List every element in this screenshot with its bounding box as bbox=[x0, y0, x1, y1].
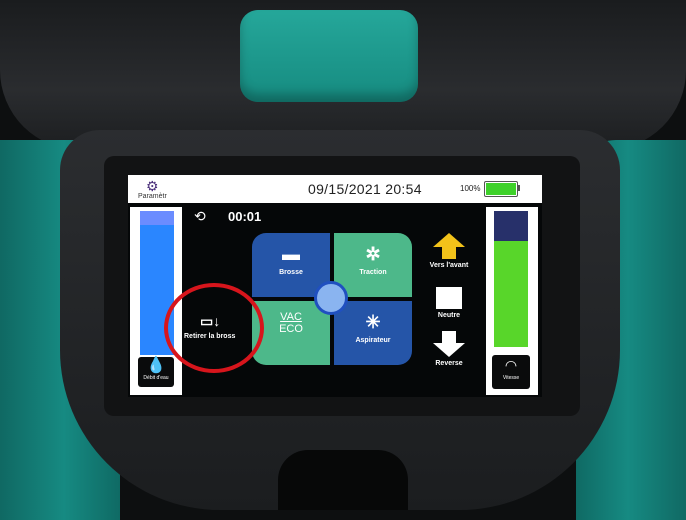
reverse-button[interactable]: Reverse bbox=[424, 331, 474, 367]
status-bar: ⚙ Paramètr 09/15/2021 20:54 100% bbox=[128, 175, 542, 203]
battery-tip bbox=[517, 185, 520, 191]
highlight-circle bbox=[164, 283, 264, 373]
vacuum-button[interactable]: ✳ Aspirateur bbox=[334, 301, 412, 365]
speed-label: Vitesse bbox=[502, 375, 520, 381]
center-knob[interactable] bbox=[314, 281, 348, 315]
arrow-up-stem bbox=[442, 247, 456, 259]
neutral-button[interactable]: Neutre bbox=[424, 287, 474, 319]
neutral-icon bbox=[436, 287, 462, 309]
forward-button[interactable]: Vers l'avant bbox=[424, 233, 474, 269]
battery-percent: 100% bbox=[460, 184, 481, 193]
speed-track bbox=[494, 211, 528, 347]
traction-label: Traction bbox=[359, 269, 387, 276]
battery-fill bbox=[486, 183, 516, 195]
brush-icon: ▬ bbox=[282, 244, 300, 264]
reverse-label: Reverse bbox=[435, 360, 463, 367]
date-time: 09/15/2021 20:54 bbox=[308, 181, 422, 197]
clock-icon: ⟲ bbox=[194, 208, 206, 224]
housing-opening bbox=[278, 450, 408, 510]
speedometer-icon: ◠ bbox=[504, 357, 518, 373]
touch-screen: ⚙ Paramètr 09/15/2021 20:54 100% 💧 Débit… bbox=[128, 175, 542, 397]
water-flow-label: Débit d'eau bbox=[143, 375, 169, 381]
battery-icon bbox=[484, 181, 518, 197]
machine-handle bbox=[240, 10, 418, 102]
vacuum-icon: ✳ bbox=[365, 312, 381, 332]
brush-label: Brosse bbox=[279, 269, 303, 276]
neutral-label: Neutre bbox=[437, 312, 461, 319]
traction-button[interactable]: ✲ Traction bbox=[334, 233, 412, 297]
fan-icon: ✲ bbox=[365, 244, 381, 264]
water-flow-button[interactable]: 💧 Débit d'eau bbox=[138, 357, 174, 387]
gear-icon[interactable]: ⚙ bbox=[146, 179, 159, 193]
speed-fill bbox=[494, 240, 528, 347]
arrow-up-icon bbox=[433, 233, 465, 247]
speed-button[interactable]: ◠ Vitesse bbox=[492, 355, 530, 389]
arrow-down-icon bbox=[433, 343, 465, 357]
work-timer: 00:01 bbox=[228, 209, 262, 224]
forward-label: Vers l'avant bbox=[429, 262, 469, 269]
vacuum-label: Aspirateur bbox=[355, 337, 391, 344]
water-drop-icon: 💧 bbox=[146, 357, 166, 374]
settings-label: Paramètr bbox=[138, 193, 167, 200]
speed-gauge[interactable]: ◠ Vitesse bbox=[486, 207, 538, 395]
arrow-down-stem bbox=[442, 331, 456, 343]
vac-label: VAC bbox=[280, 311, 302, 323]
